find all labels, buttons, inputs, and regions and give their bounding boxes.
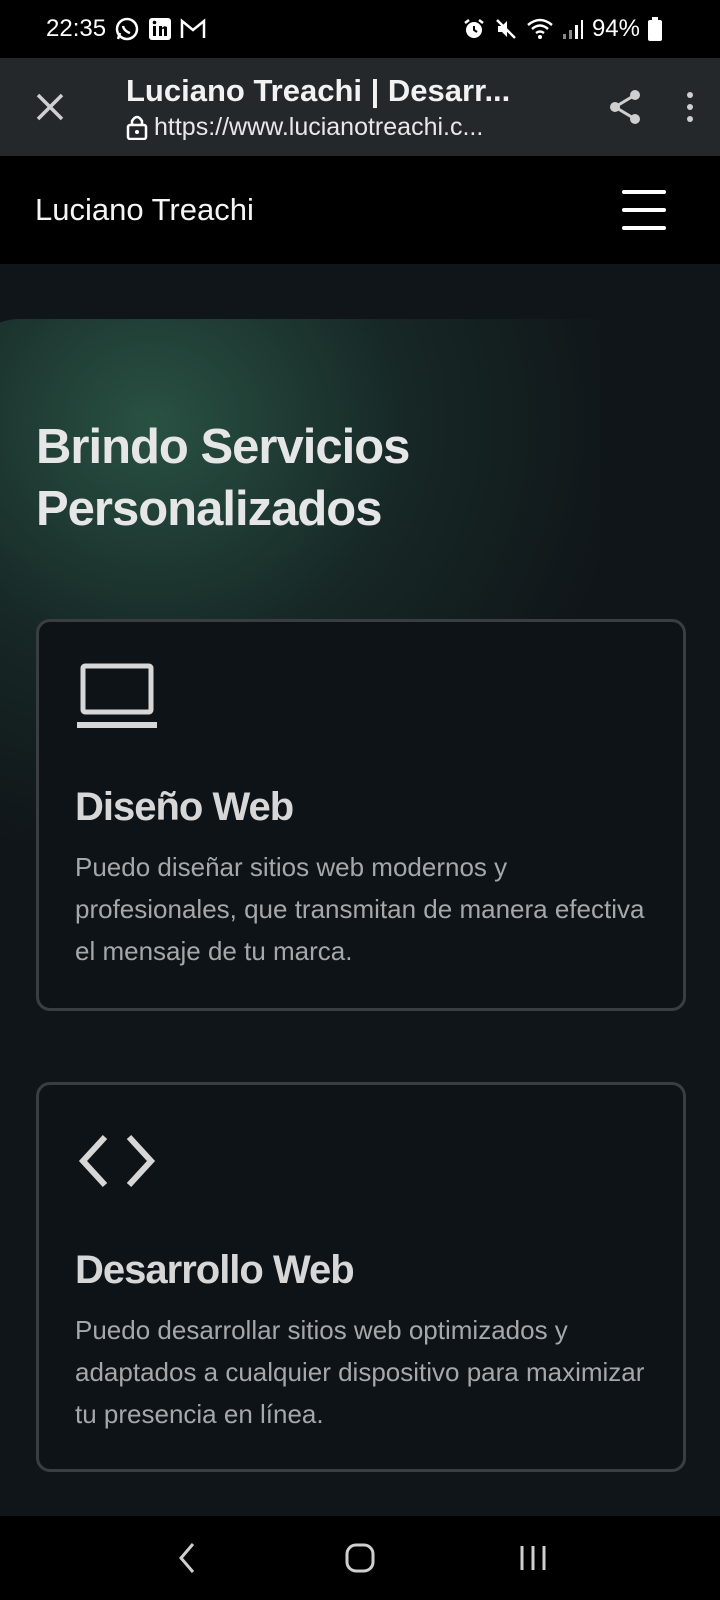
back-button[interactable] <box>147 1528 227 1588</box>
site-header: Luciano Treachi <box>0 156 720 264</box>
code-icon <box>78 1134 156 1188</box>
back-icon <box>178 1543 194 1573</box>
status-time: 22:35 <box>46 15 107 42</box>
close-icon <box>36 93 64 121</box>
url-row: https://www.lucianotreachi.c... <box>126 113 546 142</box>
system-navigation-bar <box>0 1516 720 1600</box>
hamburger-line <box>622 208 666 212</box>
gmail-icon <box>180 18 206 40</box>
status-right: 94% <box>462 15 662 43</box>
card-title: Desarrollo Web <box>75 1248 355 1292</box>
card-description: Puedo desarrollar sitios web optimizados… <box>75 1315 645 1429</box>
battery-percent: 94% <box>591 15 640 42</box>
service-card-web-development: Desarrollo Web Puedo desarrollar sitios … <box>36 1082 686 1472</box>
section-title: Brindo Servicios Personalizados <box>36 420 410 536</box>
share-button[interactable] <box>590 58 660 156</box>
share-icon <box>610 90 640 124</box>
more-vertical-icon <box>687 92 693 122</box>
more-options-button[interactable] <box>660 58 720 156</box>
browser-title-area[interactable]: Luciano Treachi | Desarr... https://www.… <box>100 73 590 142</box>
close-tab-button[interactable] <box>0 58 100 156</box>
alarm-icon <box>462 17 486 41</box>
menu-button[interactable] <box>622 190 666 230</box>
wifi-icon <box>526 17 554 41</box>
home-button[interactable] <box>320 1528 400 1588</box>
lock-icon <box>126 115 148 140</box>
hamburger-line <box>622 226 666 230</box>
recent-apps-button[interactable] <box>493 1528 573 1588</box>
whatsapp-icon <box>114 16 140 42</box>
recent-apps-icon <box>520 1546 546 1570</box>
laptop-icon <box>77 663 157 728</box>
card-description: Puedo diseñar sitios web modernos y prof… <box>75 852 645 966</box>
page-title: Luciano Treachi | Desarr... <box>126 72 511 108</box>
main-content: Brindo Servicios Personalizados Diseño W… <box>0 264 720 1516</box>
hamburger-line <box>622 190 666 194</box>
status-left: 22:35 <box>46 15 206 43</box>
signal-icon <box>562 18 584 40</box>
site-logo[interactable]: Luciano Treachi <box>35 192 254 228</box>
home-icon <box>345 1543 375 1573</box>
url-text: https://www.lucianotreachi.c... <box>154 112 484 141</box>
card-title: Diseño Web <box>75 785 294 829</box>
battery-icon <box>648 17 662 41</box>
browser-toolbar: Luciano Treachi | Desarr... https://www.… <box>0 58 720 156</box>
mute-icon <box>494 17 518 41</box>
status-bar: 22:35 94% <box>0 0 720 58</box>
linkedin-icon <box>148 17 172 41</box>
service-card-web-design: Diseño Web Puedo diseñar sitios web mode… <box>36 619 686 1011</box>
